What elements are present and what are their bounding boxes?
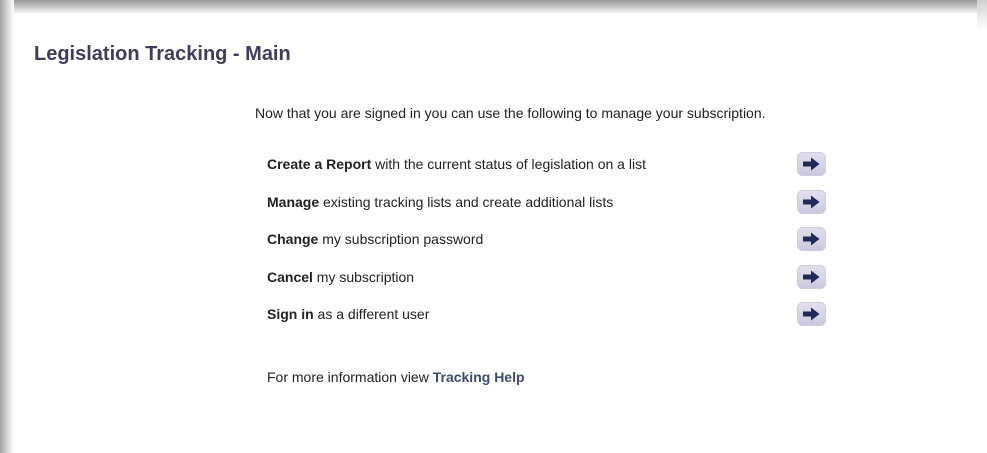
action-keyword: Change — [267, 231, 319, 247]
arrow-right-icon — [803, 270, 820, 283]
action-description: Cancel my subscription — [267, 269, 414, 285]
action-row-sign-in: Sign in as a different user — [267, 302, 837, 340]
action-keyword: Create a Report — [267, 156, 372, 172]
page-frame: Legislation Tracking - Main Now that you… — [0, 0, 987, 453]
arrow-right-icon — [803, 232, 820, 246]
action-description: Create a Report with the current status … — [267, 156, 646, 172]
action-row-cancel-subscription: Cancel my subscription — [267, 264, 837, 303]
action-description: Sign in as a different user — [267, 306, 429, 322]
action-keyword: Manage — [267, 193, 320, 210]
change-password-go-button[interactable] — [797, 227, 826, 251]
window-shadow-left — [0, 0, 14, 453]
action-keyword: Sign in — [267, 306, 314, 322]
action-list: Create a Report with the current status … — [267, 152, 837, 340]
action-detail: as a different user — [313, 306, 430, 322]
more-info-text: For more information view Tracking Help — [267, 369, 525, 385]
window-shadow-top — [0, 0, 987, 14]
arrow-right-icon — [803, 195, 820, 208]
window-shadow-corner — [977, 0, 987, 30]
arrow-right-icon — [803, 157, 820, 171]
cancel-subscription-go-button[interactable] — [797, 264, 826, 289]
action-detail: existing tracking lists and create addit… — [319, 193, 614, 210]
create-report-go-button[interactable] — [797, 152, 826, 176]
sign-in-go-button[interactable] — [797, 302, 826, 326]
page-title: Legislation Tracking - Main — [34, 43, 291, 65]
action-description: Manage existing tracking lists and creat… — [267, 194, 613, 210]
intro-text: Now that you are signed in you can use t… — [255, 105, 766, 121]
action-keyword: Cancel — [267, 268, 313, 285]
more-info-prefix: For more information view — [267, 369, 433, 385]
action-row-change-password: Change my subscription password — [267, 227, 837, 265]
manage-lists-go-button[interactable] — [797, 189, 826, 214]
action-row-manage: Manage existing tracking lists and creat… — [267, 189, 837, 228]
action-description: Change my subscription password — [267, 231, 483, 247]
action-detail: my subscription password — [318, 231, 484, 247]
action-row-create-report: Create a Report with the current status … — [267, 152, 837, 190]
action-detail: my subscription — [312, 268, 415, 285]
action-detail: with the current status of legislation o… — [371, 156, 646, 172]
tracking-help-link[interactable]: Tracking Help — [433, 369, 525, 385]
arrow-right-icon — [803, 307, 820, 321]
